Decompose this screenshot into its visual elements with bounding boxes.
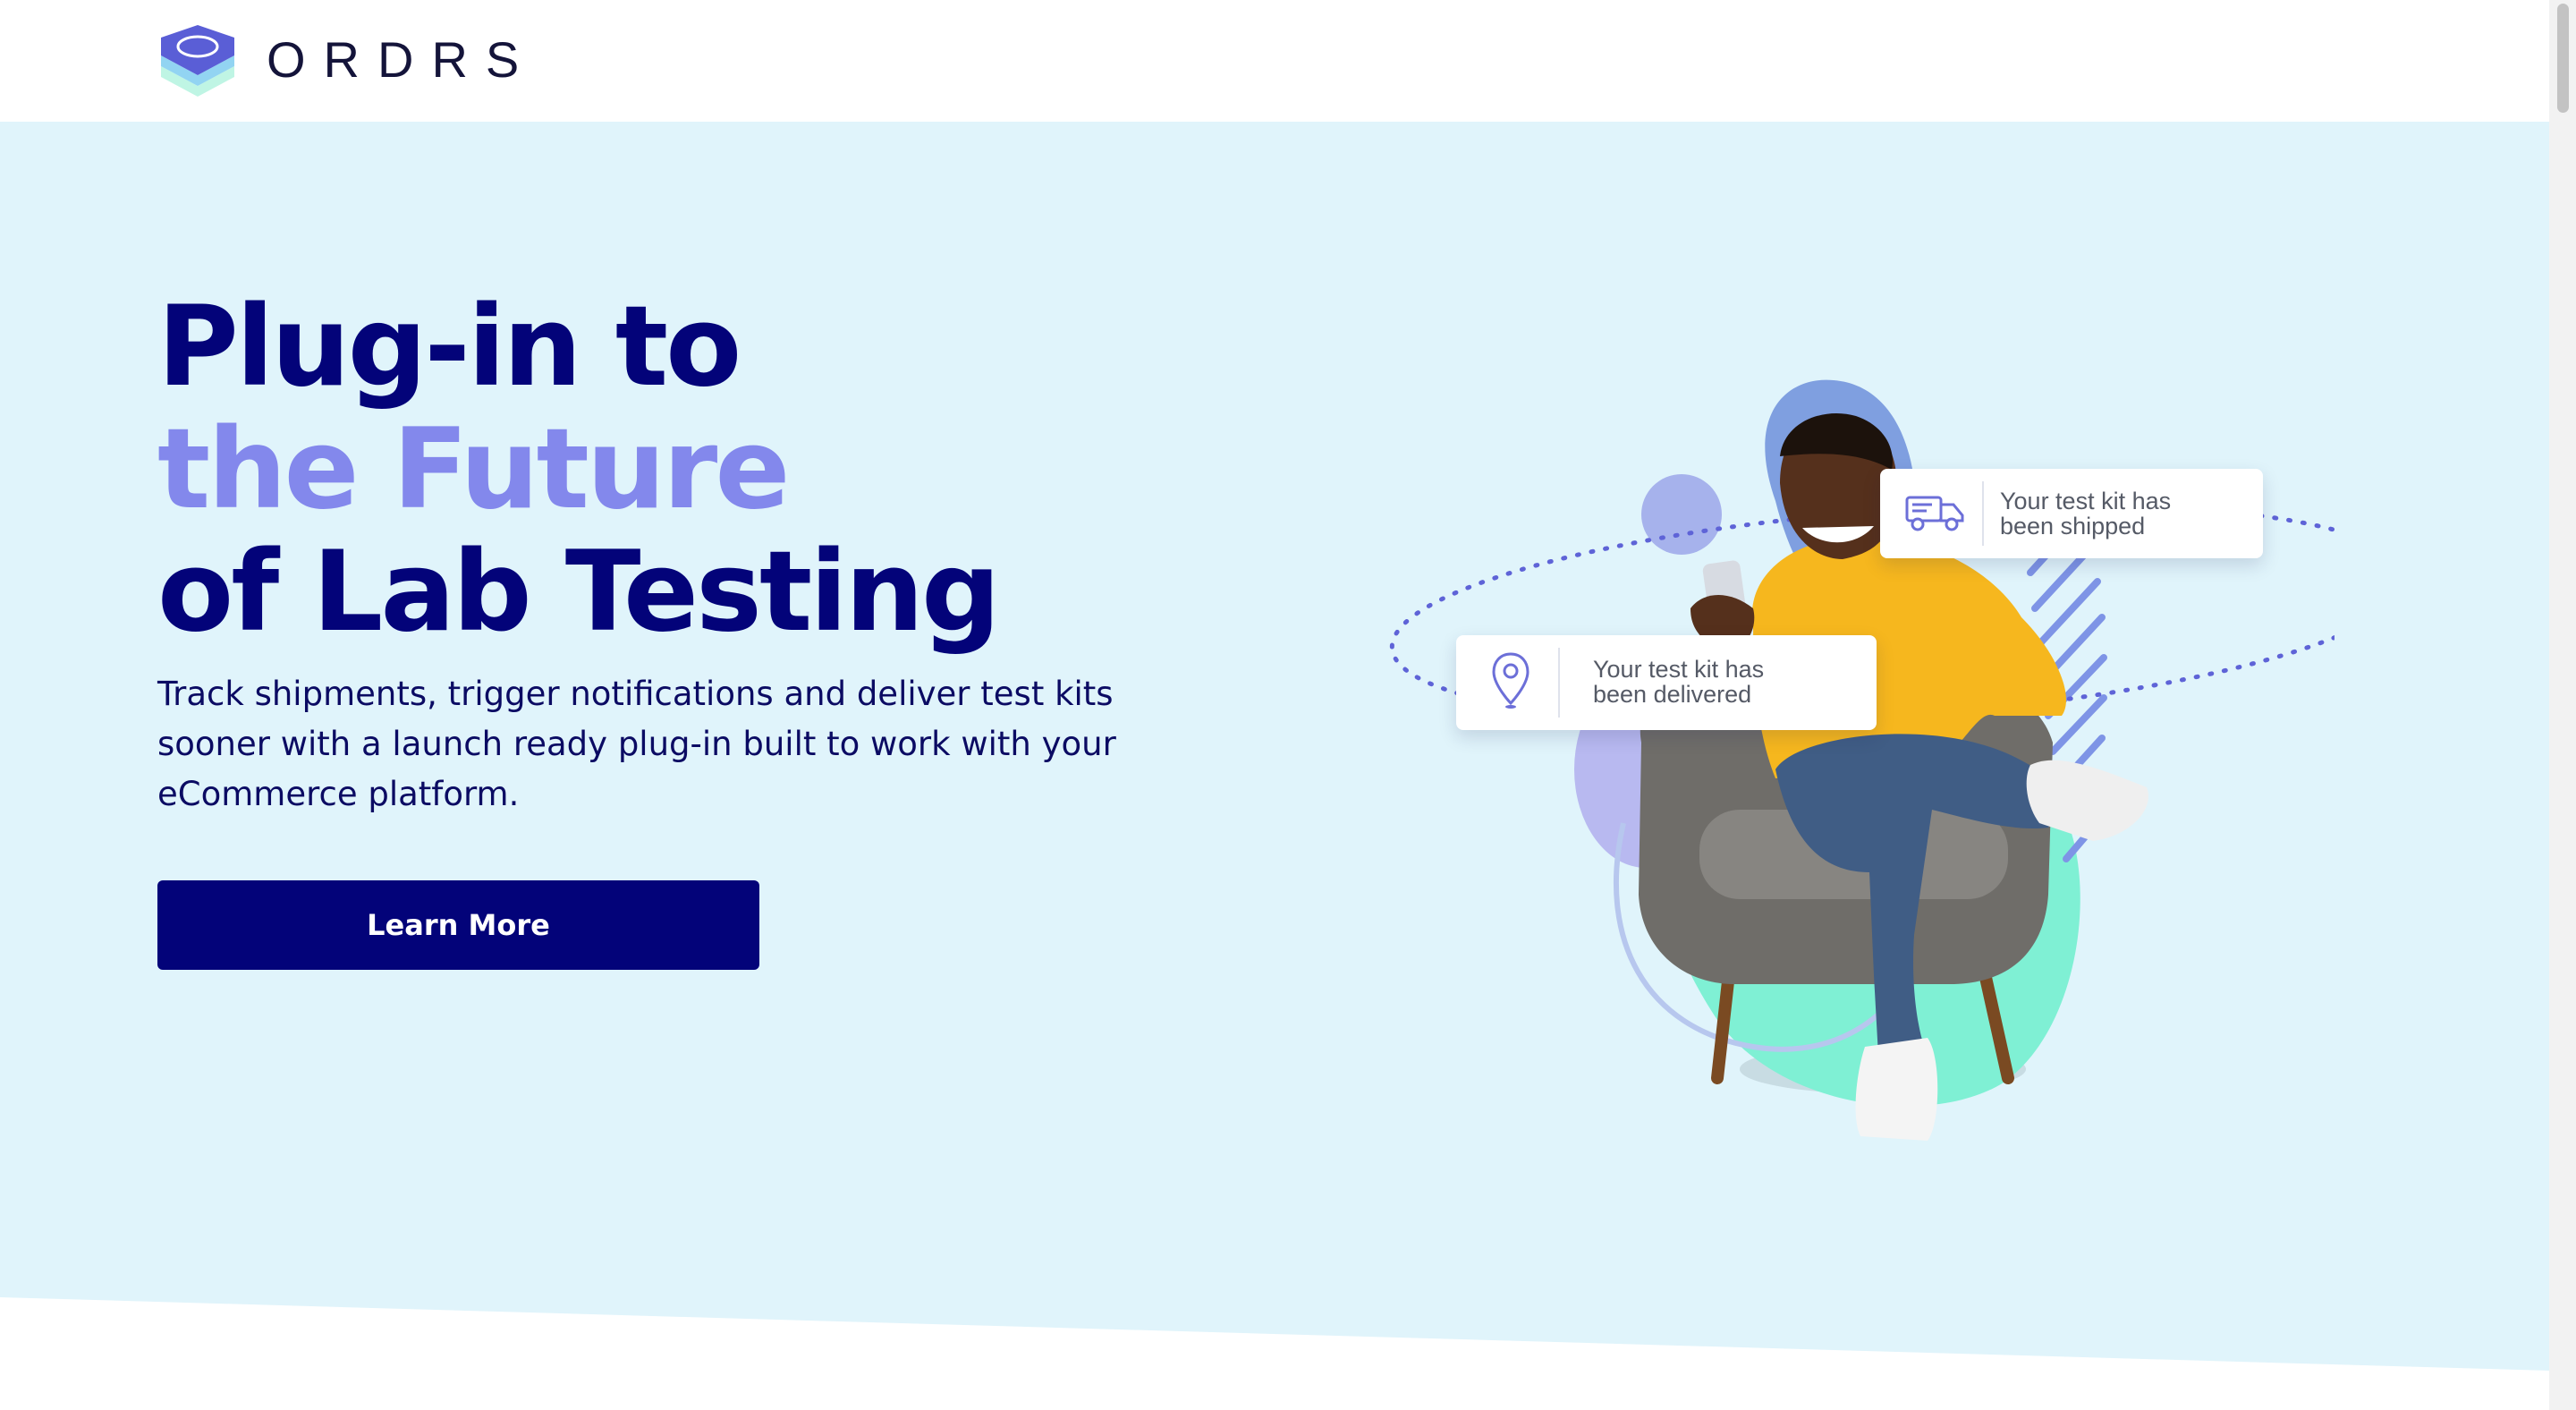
hero-subtitle: Track shipments, trigger notifications a… <box>157 675 1116 813</box>
location-pin-icon <box>1492 652 1530 709</box>
card-divider <box>1982 481 1984 546</box>
scrollbar-thumb[interactable] <box>2557 4 2569 113</box>
ordrs-logo-icon[interactable] <box>157 23 238 98</box>
hero-headline: Plug-in to the Future of Lab Testing <box>157 283 1001 657</box>
delivered-message-line-2: been delivered <box>1593 681 1752 708</box>
headline-line-1: Plug-in to <box>157 283 741 412</box>
shipped-message-line-1: Your test kit has <box>2000 488 2172 514</box>
headline-line-3: of Lab Testing <box>157 528 1001 657</box>
learn-more-button[interactable]: Learn More <box>157 880 759 970</box>
delivered-message-line-1: Your test kit has <box>1593 656 1765 683</box>
site-header: ORDRS <box>0 0 2549 122</box>
shipped-message-line-2: been shipped <box>2000 513 2146 539</box>
hero-bottom-wave <box>0 1297 2549 1410</box>
delivered-message: Your test kit has been delivered <box>1593 657 1861 707</box>
shipped-notification-card: Your test kit has been shipped <box>1880 469 2263 558</box>
headline-line-2: the Future <box>157 405 790 534</box>
delivery-truck-icon <box>1905 496 1964 531</box>
page-scrollbar[interactable] <box>2549 0 2576 1410</box>
delivered-notification-card: Your test kit has been delivered <box>1456 635 1877 730</box>
shipped-message: Your test kit has been shipped <box>2000 488 2250 539</box>
brand-name[interactable]: ORDRS <box>267 30 537 89</box>
card-divider <box>1558 648 1560 718</box>
